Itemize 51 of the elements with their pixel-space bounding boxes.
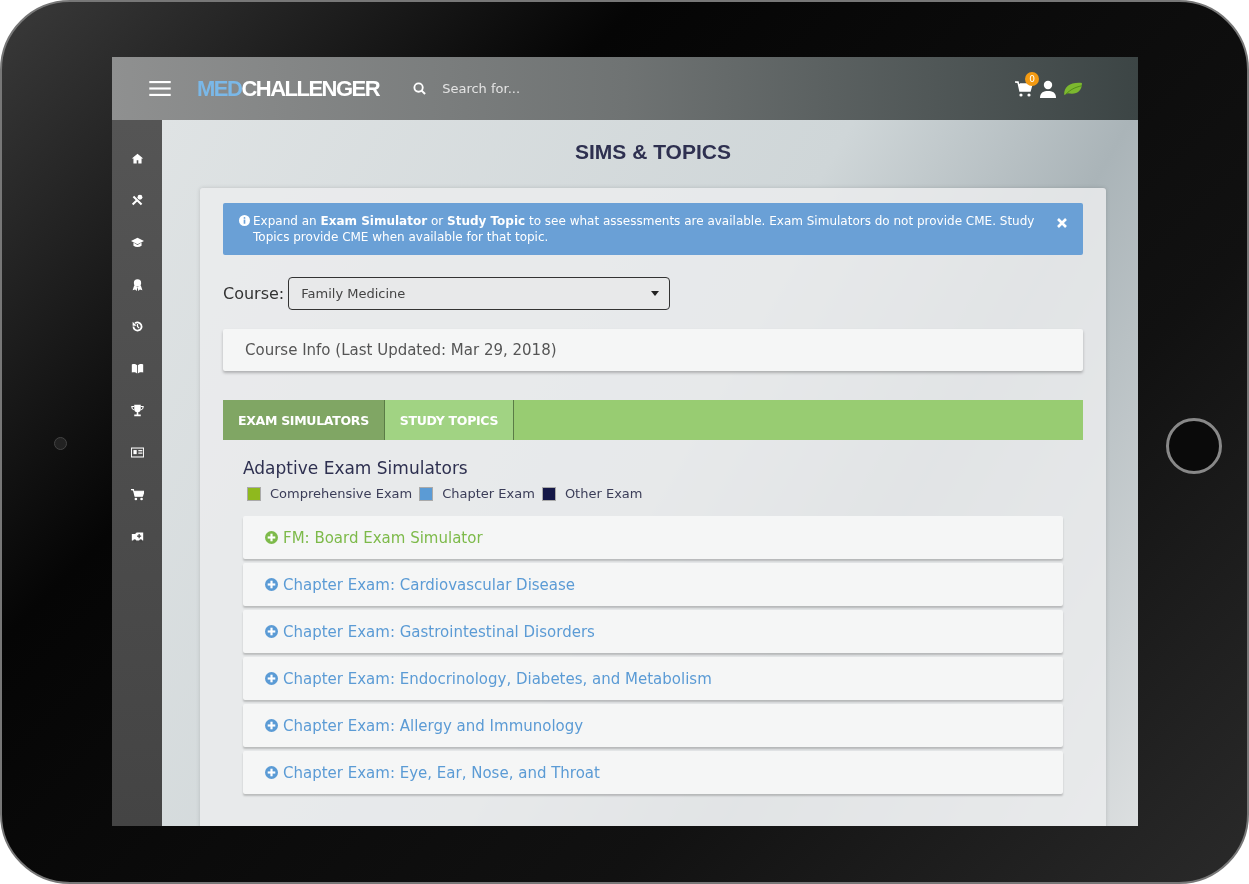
exam-item[interactable]: Chapter Exam: Gastrointestinal Disorders bbox=[243, 610, 1063, 653]
exam-item-label: Chapter Exam: Cardiovascular Disease bbox=[283, 575, 576, 594]
plus-circle-icon bbox=[265, 672, 278, 685]
exam-item[interactable]: Chapter Exam: Cardiovascular Disease bbox=[243, 563, 1063, 606]
exam-item-label: FM: Board Exam Simulator bbox=[283, 528, 483, 547]
camera-icon bbox=[54, 437, 67, 450]
legend-label: Comprehensive Exam bbox=[270, 486, 413, 501]
book-icon[interactable] bbox=[130, 362, 144, 375]
exam-item[interactable]: FM: Board Exam Simulator bbox=[243, 516, 1063, 559]
plus-circle-icon bbox=[265, 766, 278, 779]
page-title: SIMS & TOPICS bbox=[574, 140, 732, 164]
caret-icon bbox=[651, 291, 660, 296]
cart-count-badge: 0 bbox=[1025, 71, 1039, 86]
exam-item-label: Chapter Exam: Allergy and Immunology bbox=[283, 716, 584, 735]
tools-icon[interactable] bbox=[130, 194, 144, 207]
user-icon[interactable] bbox=[1039, 79, 1057, 98]
course-label: Course: bbox=[223, 284, 285, 303]
search-field[interactable]: Search for... bbox=[440, 80, 645, 97]
legend-label: Other Exam bbox=[564, 486, 643, 501]
home-button[interactable] bbox=[1166, 418, 1222, 474]
graduation-cap-icon[interactable] bbox=[130, 236, 144, 249]
cart-icon[interactable] bbox=[130, 488, 144, 501]
menu-icon[interactable] bbox=[149, 81, 171, 96]
home-icon[interactable] bbox=[130, 152, 144, 165]
exam-item-label: Chapter Exam: Gastrointestinal Disorders bbox=[283, 622, 595, 641]
logo[interactable]: MEDCHALLENGER bbox=[197, 75, 380, 102]
id-card-icon[interactable] bbox=[130, 446, 144, 459]
exam-item[interactable]: Chapter Exam: Allergy and Immunology bbox=[243, 704, 1063, 747]
section-heading: Adaptive Exam Simulators bbox=[243, 458, 469, 478]
exam-item[interactable]: Chapter Exam: Eye, Ear, Nose, and Throat bbox=[243, 751, 1063, 794]
plus-circle-icon bbox=[265, 578, 278, 591]
alert-text: Expand an Exam Simulator or Study Topic to see what assessments are available. Exam Simulators do not provide CME. Study Topics provide CME when available for that topic. bbox=[253, 213, 1036, 245]
plus-circle-icon bbox=[265, 531, 278, 544]
exam-item-label: Chapter Exam: Eye, Ear, Nose, and Throat bbox=[283, 763, 600, 782]
award-ribbon-icon[interactable] bbox=[130, 278, 144, 291]
exam-item[interactable]: Chapter Exam: Endocrinology, Diabetes, and Metabolism bbox=[243, 657, 1063, 700]
tab[interactable]: STUDY TOPICS bbox=[384, 400, 515, 440]
legend-label: Chapter Exam bbox=[442, 486, 535, 501]
plus-circle-icon bbox=[265, 719, 278, 732]
close-icon[interactable] bbox=[1057, 218, 1067, 228]
info-icon bbox=[239, 215, 250, 226]
trophy-icon[interactable] bbox=[130, 404, 144, 417]
exam-item-label: Chapter Exam: Endocrinology, Diabetes, and Metabolism bbox=[283, 669, 712, 688]
plus-circle-icon bbox=[265, 625, 278, 638]
search-icon bbox=[413, 82, 427, 95]
tab[interactable]: EXAM SIMULATORS bbox=[223, 400, 385, 440]
cart-icon[interactable] bbox=[1015, 80, 1033, 97]
course-select[interactable]: Family Medicine bbox=[288, 277, 671, 310]
history-icon[interactable] bbox=[130, 320, 144, 333]
leaf-icon[interactable] bbox=[1063, 81, 1084, 96]
course-info-card[interactable]: Course Info (Last Updated: Mar 29, 2018) bbox=[223, 329, 1083, 371]
